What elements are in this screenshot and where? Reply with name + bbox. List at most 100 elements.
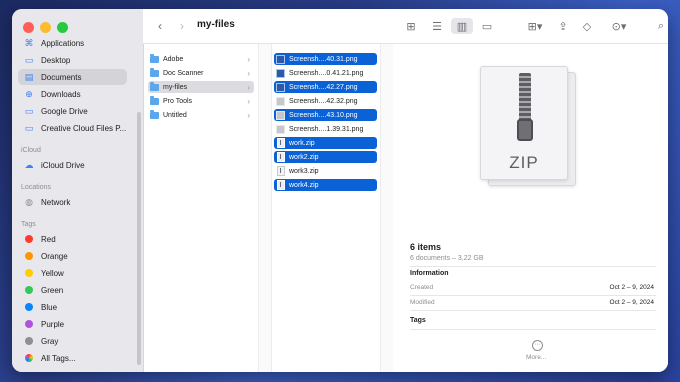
sidebar-heading-locations: Locations: [21, 184, 51, 191]
sidebar-item-downloads[interactable]: ⊕ Downloads: [18, 86, 127, 102]
more-icon[interactable]: ⋯: [532, 340, 543, 351]
more-button[interactable]: More...: [526, 354, 546, 361]
action-button[interactable]: ⊙▾: [607, 18, 631, 34]
file-row[interactable]: work.zip: [274, 137, 377, 149]
file-row[interactable]: Screensh....43.10.png: [274, 109, 377, 121]
sidebar-item-label: Yellow: [41, 268, 64, 278]
folder-row-untitled[interactable]: Untitled ›: [148, 109, 254, 121]
file-row[interactable]: Screensh....1.39.31.png: [274, 123, 377, 135]
sidebar-item-label: Blue: [41, 302, 58, 312]
sidebar-item-creative-cloud[interactable]: ▭ Creative Cloud Files P...: [18, 120, 127, 136]
view-columns-button[interactable]: ▥: [451, 18, 473, 34]
sidebar-tag-purple[interactable]: Purple: [18, 316, 127, 332]
group-button[interactable]: ⊞▾: [523, 18, 547, 34]
forward-button[interactable]: ›: [175, 18, 189, 34]
view-icons-button[interactable]: ⊞: [403, 18, 419, 34]
file-row[interactable]: Screensh....42.32.png: [274, 95, 377, 107]
selection-summary: 6 documents – 3,22 GB: [410, 255, 484, 262]
tag-gray-dot-icon: [25, 337, 33, 345]
tag-button[interactable]: ◇: [579, 18, 595, 34]
window-title: my-files: [197, 19, 235, 30]
sidebar-tag-blue[interactable]: Blue: [18, 299, 127, 315]
back-button[interactable]: ‹: [153, 18, 167, 34]
search-button[interactable]: ⌕: [653, 18, 668, 34]
sidebar-item-label: Red: [41, 234, 56, 244]
sidebar-tag-red[interactable]: Red: [18, 231, 127, 247]
file-row[interactable]: work4.zip: [274, 179, 377, 191]
chevron-right-icon: ›: [247, 110, 250, 120]
file-row[interactable]: Screensh....0.41.21.png: [274, 67, 377, 79]
file-row[interactable]: Screensh....42.27.png: [274, 81, 377, 93]
image-file-icon: [276, 68, 285, 78]
file-row[interactable]: work3.zip: [274, 165, 377, 177]
minimize-button[interactable]: [40, 22, 51, 33]
image-file-icon: [276, 110, 285, 120]
sidebar-item-label: Purple: [41, 319, 65, 329]
zip-file-icon: [276, 180, 285, 190]
row-label: work4.zip: [289, 181, 319, 189]
share-icon: ⇪: [558, 20, 568, 33]
column-1: Adobe › Doc Scanner › my-files › Pro Too…: [144, 44, 259, 372]
information-heading: Information: [410, 270, 449, 277]
row-label: work.zip: [289, 139, 315, 147]
sidebar-item-label: All Tags...: [41, 353, 76, 363]
chevron-right-icon: ›: [247, 68, 250, 78]
chevron-right-icon: ›: [180, 19, 184, 33]
sidebar-tag-green[interactable]: Green: [18, 282, 127, 298]
sidebar-tag-yellow[interactable]: Yellow: [18, 265, 127, 281]
sidebar-item-label: Documents: [41, 72, 82, 82]
file-row[interactable]: Screensh....40.31.png: [274, 53, 377, 65]
file-row[interactable]: work2.zip: [274, 151, 377, 163]
view-gallery-button[interactable]: ▭: [479, 18, 495, 34]
folder-row-my-files[interactable]: my-files ›: [148, 81, 254, 93]
sidebar-item-applications[interactable]: ⌘ Applications: [18, 35, 127, 51]
sidebar-item-google-drive[interactable]: ▭ Google Drive: [18, 103, 127, 119]
sidebar-tag-all[interactable]: All Tags...: [18, 350, 127, 366]
ellipsis-circle-icon: ⊙▾: [611, 20, 627, 33]
sidebar-item-desktop[interactable]: ▭ Desktop: [18, 52, 127, 68]
sidebar-item-icloud-drive[interactable]: ☁ iCloud Drive: [18, 157, 127, 173]
folder-icon: ▭: [24, 105, 34, 116]
sidebar-item-label: Google Drive: [41, 106, 88, 116]
row-label: Screensh....1.39.31.png: [289, 125, 364, 133]
modified-label: Modified: [410, 299, 435, 306]
divider: [410, 329, 656, 330]
modified-value: Oct 2 – 9, 2024: [609, 299, 654, 306]
chevron-right-icon: ›: [247, 54, 250, 64]
sidebar-item-network[interactable]: ◍ Network: [18, 194, 127, 210]
sidebar: ⌘ Applications ▭ Desktop ▤ Documents ⊕ D…: [12, 9, 144, 372]
sidebar-list: ⌘ Applications ▭ Desktop ▤ Documents ⊕ D…: [12, 38, 143, 372]
zoom-button[interactable]: [57, 22, 68, 33]
zip-archive-icon: ZIP: [480, 66, 576, 186]
folder-icon: [150, 53, 159, 63]
chevron-right-icon: ›: [247, 96, 250, 106]
row-label: Screensh....43.10.png: [289, 111, 358, 119]
divider: [410, 310, 656, 311]
divider: [410, 295, 656, 296]
row-label: Screensh....42.27.png: [289, 83, 358, 91]
group-grid-icon: ⊞▾: [527, 20, 543, 33]
sidebar-heading-tags: Tags: [21, 221, 36, 228]
row-label: Screensh....40.31.png: [289, 55, 358, 63]
image-file-icon: [276, 96, 285, 106]
share-button[interactable]: ⇪: [555, 18, 571, 34]
close-button[interactable]: [23, 22, 34, 33]
row-label: work3.zip: [289, 167, 319, 175]
view-list-button[interactable]: ☰: [429, 18, 445, 34]
chevron-right-icon: ›: [247, 82, 250, 92]
sidebar-scrollbar[interactable]: [137, 112, 141, 365]
sidebar-item-label: Creative Cloud Files P...: [41, 123, 127, 133]
folder-row-adobe[interactable]: Adobe ›: [148, 53, 254, 65]
applications-icon: ⌘: [24, 37, 34, 48]
sidebar-tag-orange[interactable]: Orange: [18, 248, 127, 264]
row-label: Untitled: [163, 111, 187, 119]
sidebar-tag-gray[interactable]: Gray: [18, 333, 127, 349]
sidebar-item-documents[interactable]: ▤ Documents: [18, 69, 127, 85]
row-label: Pro Tools: [163, 97, 193, 105]
sidebar-heading-icloud: iCloud: [21, 147, 41, 154]
folder-row-doc-scanner[interactable]: Doc Scanner ›: [148, 67, 254, 79]
sidebar-item-label: Network: [41, 197, 71, 207]
folder-row-pro-tools[interactable]: Pro Tools ›: [148, 95, 254, 107]
tag-orange-dot-icon: [25, 252, 33, 260]
zip-icon-label: ZIP: [509, 153, 539, 172]
